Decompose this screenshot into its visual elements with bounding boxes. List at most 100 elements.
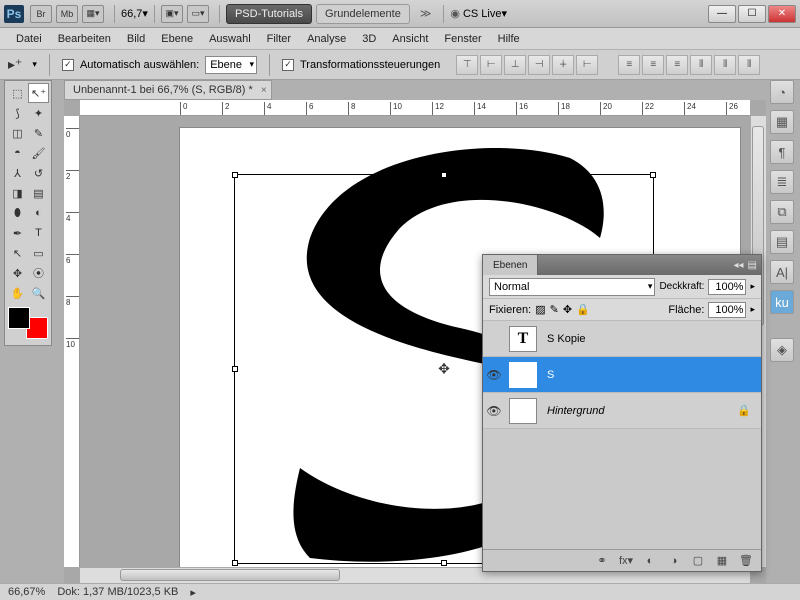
dist-bottom-icon[interactable]: ≡ (666, 55, 688, 75)
tool-heal[interactable]: ◓ (7, 143, 28, 163)
align-bottom-icon[interactable]: ⊥ (504, 55, 526, 75)
blend-mode-select[interactable]: Normal (489, 278, 655, 296)
tool-wand[interactable]: ✦ (28, 103, 49, 123)
zoom-value[interactable]: 66,7 (121, 8, 142, 20)
view-extras-button[interactable]: ▦▾ (82, 5, 104, 23)
arrange-button[interactable]: ▣▾ (161, 5, 183, 23)
layer-thumb[interactable] (509, 398, 537, 424)
screen-mode-button[interactable]: ▭▾ (187, 5, 209, 23)
tool-pen[interactable]: ✒ (7, 223, 28, 243)
dock-grid-icon[interactable]: ▤ (770, 230, 794, 254)
cslive-label[interactable]: CS Live (463, 8, 502, 20)
lock-all-icon[interactable]: 🔒 (576, 303, 590, 316)
visibility-icon[interactable]: 👁 (483, 404, 505, 418)
menu-bearbeiten[interactable]: Bearbeiten (50, 30, 119, 48)
layer-name[interactable]: S (541, 369, 761, 381)
tool-blur[interactable]: ⬮ (7, 203, 28, 223)
layers-empty-area[interactable] (483, 429, 761, 549)
layer-thumb[interactable]: T (509, 326, 537, 352)
tool-eraser[interactable]: ◨ (7, 183, 28, 203)
dist-vmid-icon[interactable]: ≡ (642, 55, 664, 75)
tool-brush[interactable]: 🖌 (28, 143, 49, 163)
tool-lasso[interactable]: ⟆ (7, 103, 28, 123)
dist-hmid-icon[interactable]: ⦀ (714, 55, 736, 75)
fill-field[interactable]: 100% (708, 302, 746, 318)
auto-select-dropdown[interactable]: Ebene (205, 56, 257, 74)
dock-paragraph-icon[interactable]: ¶ (770, 140, 794, 164)
tool-eyedropper[interactable]: ✎ (28, 123, 49, 143)
close-tab-icon[interactable]: × (261, 85, 267, 96)
tool-gradient[interactable]: ▤ (28, 183, 49, 203)
menu-3d[interactable]: 3D (354, 30, 384, 48)
menu-fenster[interactable]: Fenster (436, 30, 489, 48)
mask-icon[interactable]: ◐ (641, 553, 659, 569)
dist-right-icon[interactable]: ⦀ (738, 55, 760, 75)
panel-collapse-icon[interactable]: ◂◂ (734, 260, 744, 271)
layer-row[interactable]: T S Kopie (483, 321, 761, 357)
status-zoom[interactable]: 66,67% (8, 586, 45, 598)
auto-select-checkbox[interactable]: ✓ (62, 59, 74, 71)
dist-top-icon[interactable]: ≡ (618, 55, 640, 75)
dock-brushes-icon[interactable]: ≣ (770, 170, 794, 194)
menu-bild[interactable]: Bild (119, 30, 153, 48)
tool-crop[interactable]: ◫ (7, 123, 28, 143)
layer-thumb[interactable]: T (509, 362, 537, 388)
align-top-icon[interactable]: ⊤ (456, 55, 478, 75)
tool-path[interactable]: ↖ (7, 243, 28, 263)
close-button[interactable]: ✕ (768, 5, 796, 23)
ruler-horizontal[interactable]: 024681012141618202224262830 (80, 100, 750, 116)
lock-trans-icon[interactable]: ▨ (535, 303, 545, 316)
maximize-button[interactable]: ☐ (738, 5, 766, 23)
ruler-vertical[interactable]: 0246810 (64, 116, 80, 567)
menu-hilfe[interactable]: Hilfe (490, 30, 528, 48)
status-doc[interactable]: Dok: 1,37 MB/1023,5 KB (57, 586, 178, 598)
tool-dodge[interactable]: ◐ (28, 203, 49, 223)
new-layer-icon[interactable]: ▦ (713, 553, 731, 569)
align-vmid-icon[interactable]: ⊢ (480, 55, 502, 75)
menu-analyse[interactable]: Analyse (299, 30, 354, 48)
align-hmid-icon[interactable]: ∔ (552, 55, 574, 75)
fx-icon[interactable]: fx▾ (617, 553, 635, 569)
lock-move-icon[interactable]: ✥ (563, 303, 572, 316)
link-layers-icon[interactable]: ⚭ (593, 553, 611, 569)
tool-hand[interactable]: ✋ (7, 283, 28, 303)
dock-color-icon[interactable]: ◔ (770, 80, 794, 104)
tool-marquee[interactable]: ⬚ (7, 83, 28, 103)
tool-move[interactable]: ↖⁺ (28, 83, 49, 103)
layer-row[interactable]: 👁 TS (483, 357, 761, 393)
dock-char-icon[interactable]: A| (770, 260, 794, 284)
menu-ansicht[interactable]: Ansicht (384, 30, 436, 48)
layers-tab[interactable]: Ebenen (483, 255, 538, 275)
layer-row[interactable]: 👁Hintergrund🔒 (483, 393, 761, 429)
tool-stamp[interactable]: ⅄ (7, 163, 28, 183)
delete-layer-icon[interactable]: 🗑 (737, 553, 755, 569)
group-icon[interactable]: ▢ (689, 553, 707, 569)
align-right-icon[interactable]: ⊢ (576, 55, 598, 75)
visibility-icon[interactable]: 👁 (483, 368, 505, 382)
tool-history[interactable]: ↺ (28, 163, 49, 183)
tool-type[interactable]: T (28, 223, 49, 243)
dock-kuler-icon[interactable]: ku (770, 290, 794, 314)
dist-left-icon[interactable]: ⦀ (690, 55, 712, 75)
minimize-button[interactable]: — (708, 5, 736, 23)
align-left-icon[interactable]: ⊣ (528, 55, 550, 75)
panel-menu-icon[interactable]: ▤ (748, 260, 757, 271)
tool-3dcam[interactable]: ⦿ (28, 263, 49, 283)
layer-name[interactable]: S Kopie (541, 333, 761, 345)
transform-checkbox[interactable]: ✓ (282, 59, 294, 71)
dock-clone-icon[interactable]: ⧉ (770, 200, 794, 224)
opacity-field[interactable]: 100% (708, 279, 746, 295)
menu-auswahl[interactable]: Auswahl (201, 30, 259, 48)
document-tab[interactable]: Unbenannt-1 bei 66,7% (S, RGB/8) *× (64, 80, 272, 100)
menu-datei[interactable]: Datei (8, 30, 50, 48)
bridge-button[interactable]: Br (30, 5, 52, 23)
lock-paint-icon[interactable]: ✎ (550, 303, 559, 316)
tool-3d[interactable]: ✥ (7, 263, 28, 283)
dock-layers-icon[interactable]: ◈ (770, 338, 794, 362)
workspace-more-icon[interactable]: ≫ (420, 7, 432, 20)
workspace-psd[interactable]: PSD-Tutorials (226, 4, 312, 24)
adjustment-icon[interactable]: ◑ (665, 553, 683, 569)
color-swatch[interactable] (8, 307, 48, 339)
tool-zoom[interactable]: 🔍 (28, 283, 49, 303)
tool-shape[interactable]: ▭ (28, 243, 49, 263)
